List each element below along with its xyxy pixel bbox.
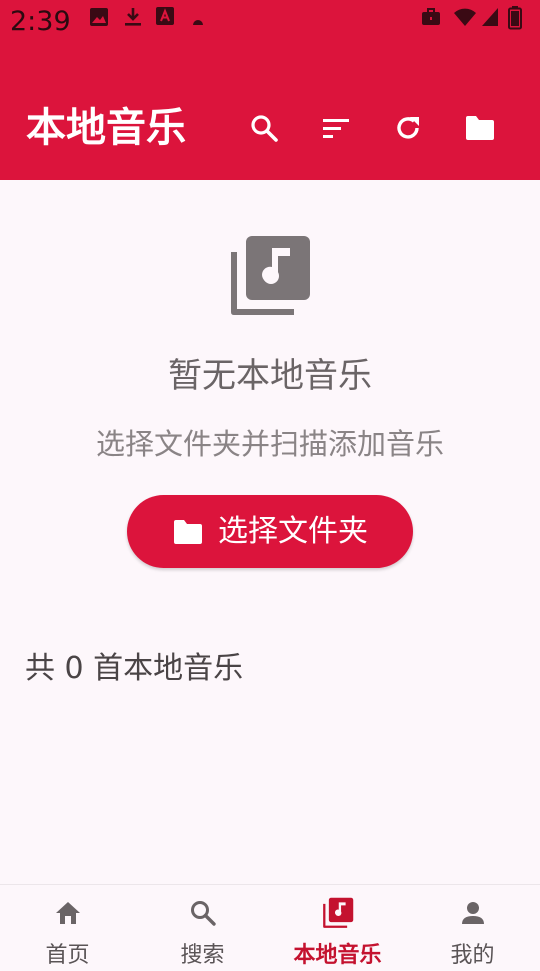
- nav-label-search: 搜索: [180, 943, 225, 968]
- search-icon: [251, 115, 278, 142]
- sort-button[interactable]: [312, 104, 360, 152]
- font-a-icon: [155, 6, 175, 30]
- refresh-button[interactable]: [384, 104, 432, 152]
- empty-state-subtitle: 选择文件夹并扫描添加音乐: [95, 427, 444, 461]
- choose-folder-button[interactable]: 选择文件夹: [127, 495, 413, 568]
- status-system-icons: [420, 6, 530, 32]
- music-library-icon: [322, 897, 354, 929]
- folder-button[interactable]: [456, 104, 504, 152]
- nav-item-home[interactable]: 首页: [0, 885, 135, 968]
- nav-item-search[interactable]: 搜索: [135, 885, 270, 968]
- nav-label-mine: 我的: [450, 943, 495, 968]
- song-count-text: 共 0 首本地音乐: [25, 651, 244, 686]
- image-icon: [88, 6, 110, 32]
- nav-label-home: 首页: [45, 943, 90, 968]
- search-icon: [187, 897, 219, 929]
- nav-item-mine[interactable]: 我的: [405, 885, 540, 968]
- nav-label-local-music: 本地音乐: [293, 943, 382, 968]
- battery-icon: [508, 6, 522, 34]
- refresh-icon: [397, 117, 419, 139]
- app-bar: 2:39 本地音乐: [0, 0, 540, 180]
- search-button[interactable]: [240, 104, 288, 152]
- dot-icon: [192, 12, 204, 31]
- status-time: 2:39: [10, 6, 71, 37]
- folder-icon: [466, 116, 494, 140]
- folder-icon: [174, 519, 202, 544]
- music-library-icon: [228, 234, 312, 318]
- nav-item-local-music[interactable]: 本地音乐: [270, 885, 405, 968]
- home-icon: [52, 897, 84, 929]
- person-icon: [457, 897, 489, 929]
- bottom-navigation: 首页 搜索 本地音乐 我的: [0, 884, 540, 968]
- download-icon: [122, 6, 144, 32]
- sort-icon: [323, 119, 349, 138]
- signal-icon: [480, 6, 500, 32]
- page-title: 本地音乐: [26, 105, 186, 151]
- status-bar: 2:39: [0, 0, 540, 44]
- empty-state-title: 暂无本地音乐: [168, 356, 372, 396]
- wifi-icon: [453, 6, 477, 32]
- briefcase-icon: [420, 6, 442, 32]
- choose-folder-label: 选择文件夹: [218, 513, 368, 549]
